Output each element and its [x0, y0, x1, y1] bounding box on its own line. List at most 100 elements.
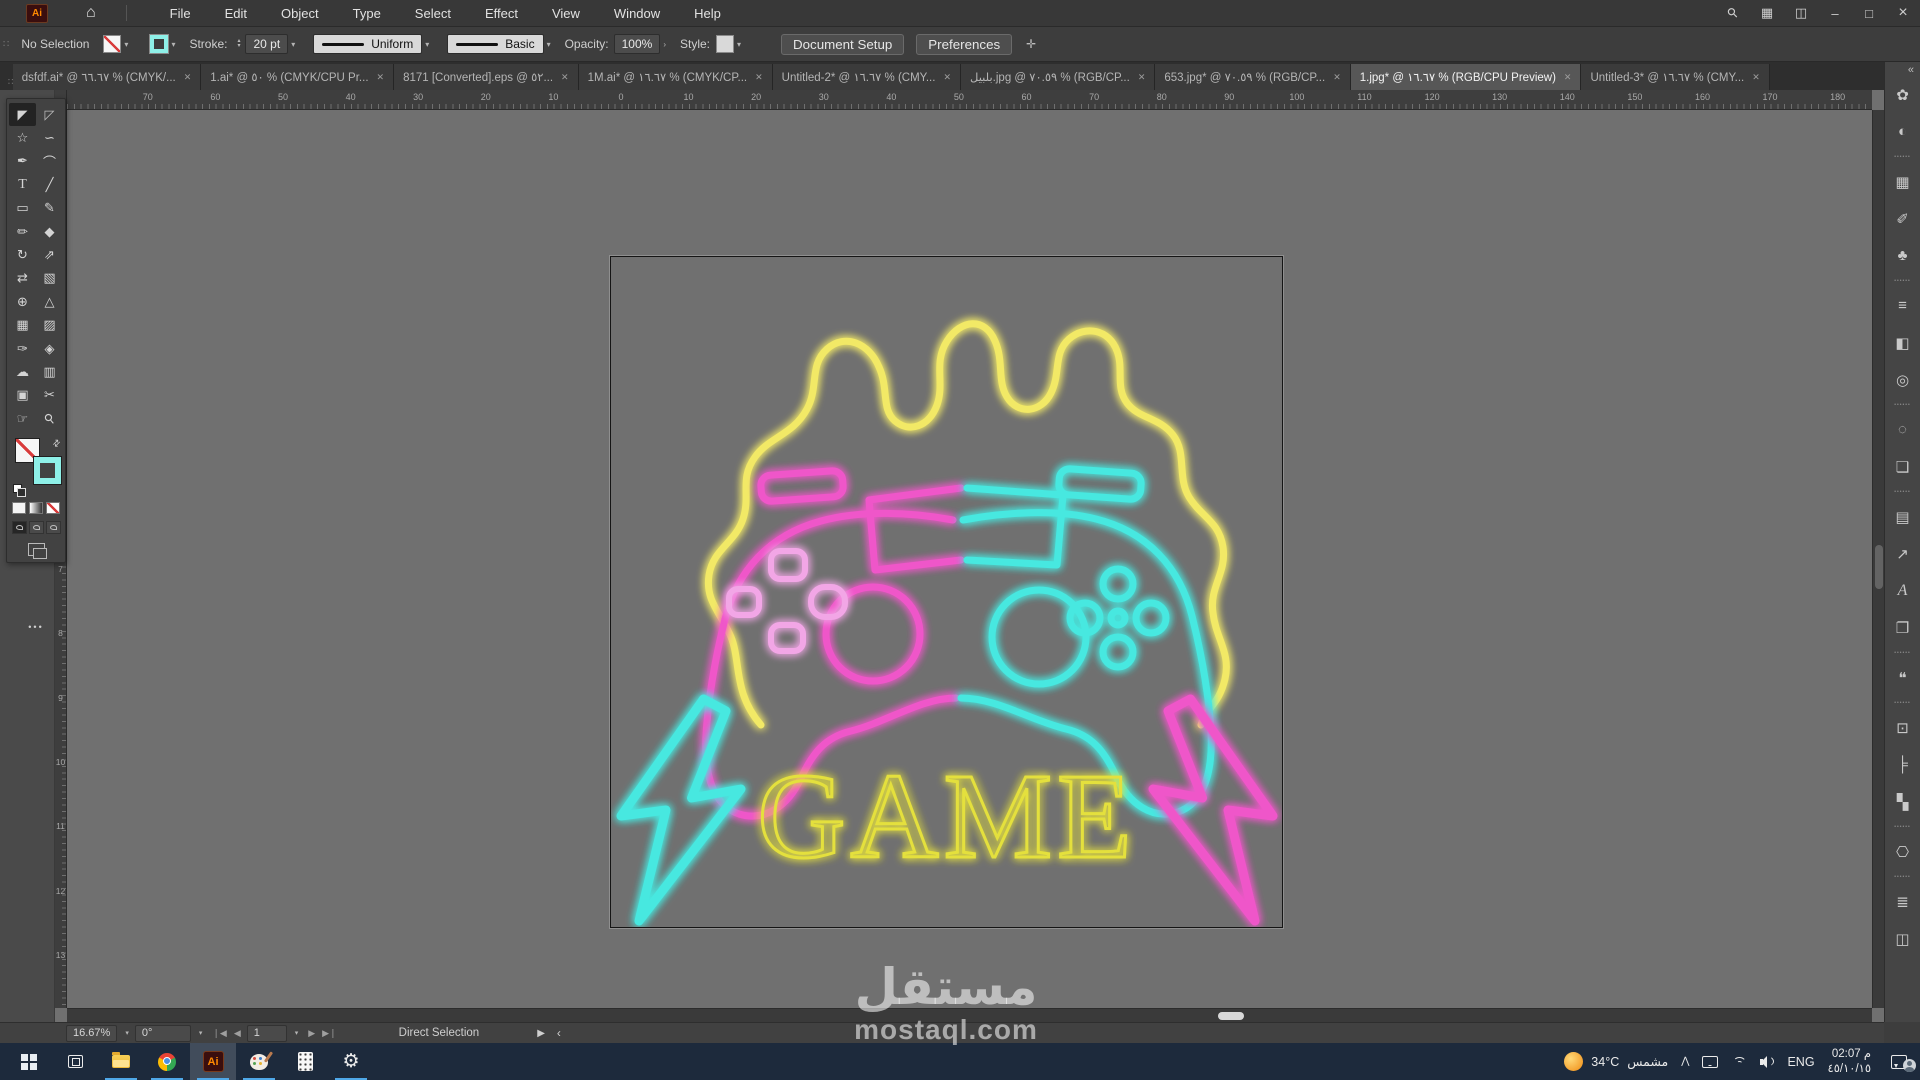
stroke-color-swatch[interactable] [150, 35, 168, 53]
horizontal-scroll-thumb[interactable] [1218, 1012, 1244, 1020]
draw-normal-button[interactable] [12, 521, 27, 534]
variable-width-profile-dropdown[interactable]: Uniform [313, 34, 422, 54]
language-indicator[interactable]: ENG [1787, 1055, 1814, 1069]
scale-tool[interactable]: ⇗ [36, 243, 63, 266]
search-icon[interactable]: ⚲ [1718, 0, 1748, 27]
zoom-tool[interactable]: ⚲ [36, 407, 63, 430]
restore-icon[interactable]: □ [1854, 0, 1884, 27]
blend-tool[interactable]: ◈ [36, 337, 63, 360]
direct-selection-tool[interactable]: ◸ [36, 103, 63, 126]
change-screen-mode-button[interactable] [28, 543, 45, 556]
paintbrush-tool[interactable]: ✎ [36, 197, 63, 220]
zoom-level-dropdown[interactable]: 16.67% [66, 1025, 117, 1042]
pencil-tool[interactable]: ✏ [9, 220, 36, 243]
panel-properties[interactable]: ≣ [1885, 883, 1920, 920]
panel-brushes[interactable]: ✐ [1885, 200, 1920, 237]
edit-toolbar-ellipsis[interactable]: ••• [6, 622, 66, 632]
minimize-icon[interactable]: – [1820, 0, 1850, 27]
free-transform-tool[interactable]: ▧ [36, 267, 63, 290]
rotate-tool[interactable]: ↻ [9, 243, 36, 266]
none-button[interactable] [46, 502, 60, 514]
taskbar-app-settings[interactable]: ⚙ [328, 1043, 374, 1080]
selection-tool[interactable]: ◤ [9, 103, 36, 126]
fill-chevron-icon[interactable]: ▾ [124, 40, 128, 49]
menu-item[interactable]: Select [398, 0, 468, 27]
stroke-chevron-icon[interactable]: ▾ [171, 40, 175, 49]
menu-item[interactable]: Edit [208, 0, 264, 27]
tab-close-icon[interactable]: ✕ [1564, 72, 1572, 83]
magic-wand-tool[interactable]: ☆ [9, 126, 36, 149]
document-tab[interactable]: 653.jpg* @ ٧٠.٥٩ % (RGB/CP... ✕ [1155, 64, 1350, 90]
gradient-button[interactable] [29, 502, 43, 514]
pen-tool[interactable]: ✒ [9, 150, 36, 173]
show-hidden-icons-chevron[interactable]: ⋀ [1681, 1056, 1689, 1067]
menu-item[interactable]: View [535, 0, 597, 27]
column-graph-tool[interactable]: ▥ [36, 360, 63, 383]
tab-close-icon[interactable]: ✕ [561, 72, 569, 83]
panel-character[interactable]: A [1885, 572, 1920, 609]
canvas-pasteboard[interactable]: GAME [67, 110, 1872, 1008]
width-tool[interactable]: ⇄ [9, 267, 36, 290]
default-fill-stroke-icon[interactable] [13, 484, 25, 496]
preferences-button[interactable]: Preferences [916, 34, 1012, 55]
taskbar-app-calculator[interactable] [282, 1043, 328, 1080]
document-tab[interactable]: Untitled-3* @ ١٦.٦٧ % (CMY... ✕ [1581, 64, 1769, 90]
menu-item[interactable]: File [153, 0, 208, 27]
artboard[interactable]: GAME [610, 256, 1283, 928]
panel-grip-icon[interactable]: ∷ [3, 39, 9, 50]
brush-chevron-icon[interactable]: ▾ [547, 40, 551, 49]
tab-close-icon[interactable]: ✕ [1138, 72, 1146, 83]
artboard-number-field[interactable]: 1 [247, 1025, 287, 1042]
clock-widget[interactable]: 02:07 م ٤٥/١٠/١٥ [1828, 1047, 1871, 1076]
rotation-chevron-icon[interactable]: ▾ [199, 1029, 203, 1037]
panel-3d[interactable]: ⎔ [1885, 833, 1920, 870]
expand-panels-icon[interactable]: « [1885, 62, 1920, 76]
panel-swatches[interactable]: ▦ [1885, 163, 1920, 200]
taskbar-app-chrome[interactable] [144, 1043, 190, 1080]
tab-close-icon[interactable]: ✕ [755, 72, 763, 83]
swap-fill-stroke-icon[interactable]: ⇄ [51, 437, 64, 450]
panel-color[interactable]: ✿ [1885, 76, 1920, 113]
taskbar-app-paint[interactable] [236, 1043, 282, 1080]
menu-item[interactable]: Type [336, 0, 398, 27]
panel-comments[interactable]: ❝ [1885, 659, 1920, 696]
weather-widget[interactable]: 34°C مشمس [1564, 1052, 1668, 1071]
draw-inside-button[interactable] [46, 521, 61, 534]
action-center-icon[interactable] [1884, 1055, 1914, 1069]
status-back-icon[interactable]: ‹ [557, 1026, 561, 1040]
zoom-chevron-icon[interactable]: ▾ [125, 1029, 129, 1037]
artboard-tool[interactable]: ▣ [9, 384, 36, 407]
rectangle-tool[interactable]: ▭ [9, 197, 36, 220]
width-profile-chevron-icon[interactable]: ▾ [425, 40, 429, 49]
panel-artboards[interactable]: ❐ [1885, 609, 1920, 646]
taskbar-app-start[interactable] [6, 1043, 52, 1080]
panel-transform[interactable]: ⊡ [1885, 709, 1920, 746]
next-artboard-icon[interactable]: ▶ [308, 1028, 315, 1039]
tab-close-icon[interactable]: ✕ [1752, 72, 1760, 83]
taskbar-app-illustrator[interactable]: Ai [190, 1043, 236, 1080]
close-icon[interactable]: × [1888, 0, 1918, 27]
type-tool[interactable]: T [9, 173, 36, 196]
menu-item[interactable]: Object [264, 0, 336, 27]
eraser-tool[interactable]: ◆ [36, 220, 63, 243]
taskbar-app-explorer[interactable] [98, 1043, 144, 1080]
speaker-icon[interactable] [1760, 1056, 1774, 1068]
home-icon[interactable]: ⌂ [86, 4, 96, 22]
stroke-weight-chevron-icon[interactable]: ▾ [291, 40, 295, 49]
app-logo[interactable]: Ai [26, 4, 48, 23]
document-tab[interactable]: Untitled-2* @ ١٦.٦٧ % (CMY... ✕ [773, 64, 961, 90]
panel-appearance[interactable]: ◌ [1885, 411, 1920, 448]
panel-gradient[interactable]: ◧ [1885, 324, 1920, 361]
menu-item[interactable]: Help [677, 0, 738, 27]
eyedropper-tool[interactable]: ✑ [9, 337, 36, 360]
last-artboard-icon[interactable]: ▶❘ [322, 1028, 336, 1039]
perspective-grid-tool[interactable]: △ [36, 290, 63, 313]
panel-layers[interactable]: ▤ [1885, 498, 1920, 535]
fill-color-swatch[interactable] [103, 35, 121, 53]
panel-transparency[interactable]: ◎ [1885, 361, 1920, 398]
panel-libraries[interactable]: ◫ [1885, 920, 1920, 957]
panel-pathfinder[interactable]: ▚ [1885, 783, 1920, 820]
slice-tool[interactable]: ✂ [36, 384, 63, 407]
document-tab[interactable]: 1.jpg* @ ١٦.٦٧ % (RGB/CPU Preview) ✕ [1351, 64, 1582, 90]
panel-symbols[interactable]: ♣ [1885, 237, 1920, 274]
